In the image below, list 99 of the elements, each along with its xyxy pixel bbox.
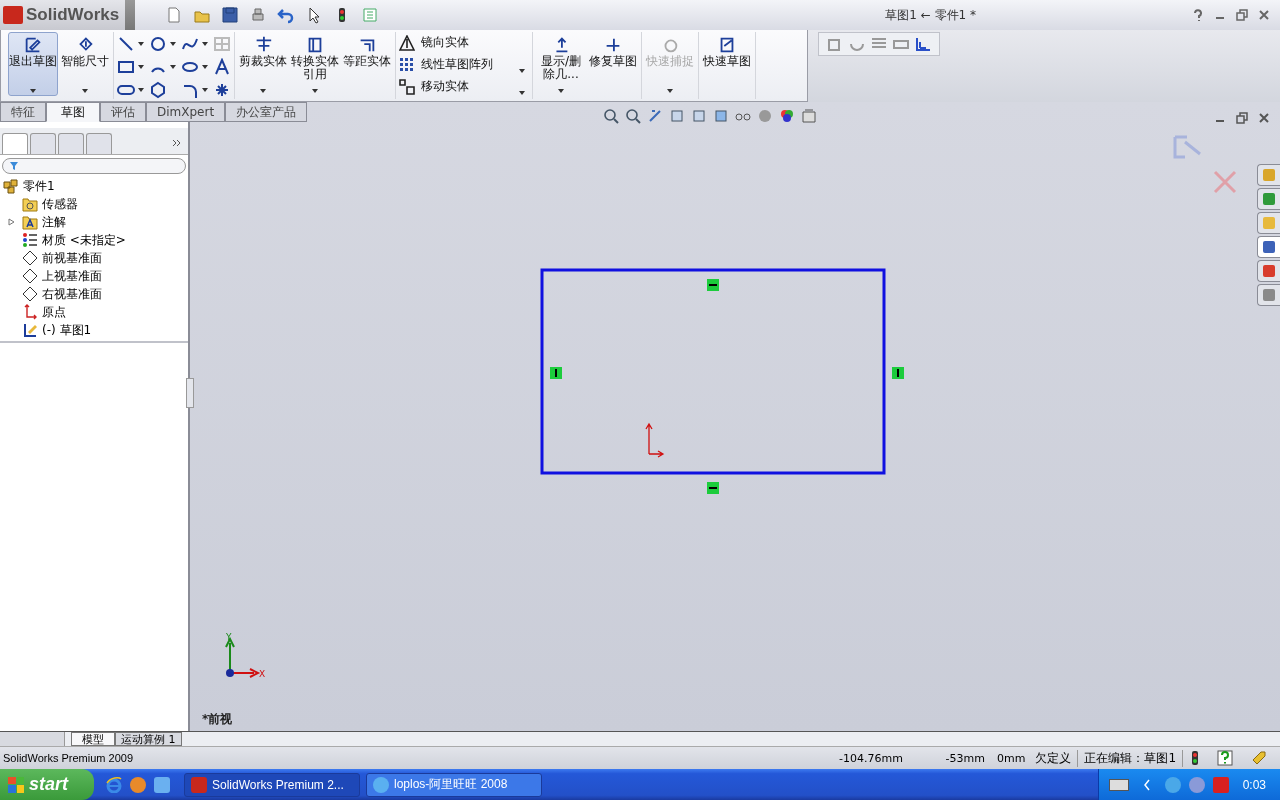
tree-item[interactable]: 注解 (0, 213, 188, 231)
ribbon-button[interactable]: 智能尺寸 (60, 32, 110, 96)
expand-chevron-icon[interactable] (172, 138, 182, 148)
polygon-icon[interactable] (149, 81, 167, 99)
rectangle-icon[interactable] (117, 58, 135, 76)
vertical-relation-icon[interactable] (550, 367, 562, 379)
undo-icon[interactable] (277, 6, 296, 24)
editing-status: 正在编辑：草图1 (1078, 749, 1184, 767)
restore-icon[interactable] (1236, 9, 1248, 21)
caret-icon[interactable] (138, 42, 144, 46)
app-logo[interactable]: SolidWorks (0, 0, 126, 30)
tree-item[interactable]: 右视基准面 (0, 285, 188, 303)
tree-item[interactable]: 原点 (0, 303, 188, 321)
annotation-folder-icon (22, 214, 38, 230)
restore-icon[interactable] (1236, 112, 1248, 124)
filter-field[interactable] (2, 158, 186, 174)
sketch-icon (22, 322, 38, 338)
ribbon-button[interactable]: 修复草图 (588, 32, 638, 96)
windows-logo-icon (8, 776, 24, 793)
plane-icon (22, 286, 38, 302)
model-tab[interactable]: 运动算例 1 (115, 732, 182, 746)
chevron-icon[interactable] (1142, 778, 1151, 791)
save-icon[interactable] (221, 6, 240, 24)
axis-label: X (259, 669, 266, 679)
ribbon-button[interactable]: 显示/删除几... (536, 32, 586, 96)
x-coordinate: -104.76mm (838, 751, 904, 765)
vertical-relation-icon[interactable] (892, 367, 904, 379)
text-icon[interactable] (213, 58, 231, 76)
ribbon-tab[interactable]: 草图 (46, 102, 100, 122)
caret-icon[interactable] (138, 88, 144, 92)
model-tab[interactable]: 模型 (71, 732, 115, 746)
y-coordinate: -53mm (944, 751, 986, 765)
ribbon-list-item[interactable]: 镜向实体 (399, 34, 525, 51)
ribbon-button[interactable]: 剪裁实体 (238, 32, 288, 96)
caret-icon[interactable] (170, 42, 176, 46)
tree-item[interactable]: 零件1 (0, 177, 188, 195)
caret-icon[interactable] (138, 65, 144, 69)
previous-view-icon[interactable] (647, 108, 663, 124)
ribbon-tab[interactable]: DimXpert (146, 102, 226, 122)
ribbon-list-item[interactable]: 线性草图阵列 (399, 56, 525, 73)
logo-icon (3, 6, 23, 24)
ribbon-tab[interactable]: 办公室产品 (225, 102, 308, 122)
display-style-icon[interactable] (713, 108, 729, 124)
tree-item[interactable]: 材质 <未指定> (0, 231, 188, 249)
caret-icon[interactable] (202, 65, 208, 69)
exit-sketch-icon (23, 35, 43, 55)
part-icon (3, 178, 19, 194)
plane-icon (22, 268, 38, 284)
help-icon[interactable] (1217, 750, 1234, 766)
tree-item[interactable]: 传感器 (0, 195, 188, 213)
ribbon-button[interactable]: 转换实体引用 (290, 32, 340, 96)
caret-icon[interactable] (202, 42, 208, 46)
view-name-label: *前视 (202, 711, 233, 728)
ribbon-button[interactable]: 快速草图 (702, 32, 752, 96)
keyboard-icon[interactable] (1108, 778, 1129, 791)
z-coordinate: 0mm (997, 751, 1027, 765)
material-icon (22, 232, 38, 248)
axis-label: Y (226, 632, 232, 642)
tree-item[interactable]: 上视基准面 (0, 267, 188, 285)
tag-icon[interactable] (1251, 750, 1267, 766)
pattern-icon (399, 56, 415, 73)
ribbon-tab[interactable]: 特征 (0, 102, 46, 122)
sensor-folder-icon (22, 196, 38, 212)
caret-icon[interactable] (202, 88, 208, 92)
taskbar-button[interactable]: SolidWorks Premium 2... (184, 772, 360, 797)
origin-icon (22, 304, 38, 320)
line-icon[interactable] (117, 35, 135, 53)
status-text: SolidWorks Premium 2009 (3, 752, 134, 764)
help-icon[interactable] (1192, 9, 1204, 21)
tree-item[interactable]: 前视基准面 (0, 249, 188, 267)
app-logo-icon (191, 776, 207, 793)
close-icon[interactable] (1258, 112, 1270, 124)
tree-item[interactable]: (-) 草图1 (0, 321, 188, 339)
point-icon[interactable] (213, 81, 231, 99)
horizontal-relation-icon[interactable] (707, 482, 719, 494)
zoom-fit-icon[interactable] (603, 108, 619, 124)
origin-icon (645, 422, 665, 458)
horizontal-relation-icon[interactable] (707, 279, 719, 291)
zoom-area-icon[interactable] (625, 108, 641, 124)
window-title: 草图1 ← 零件1 * (884, 6, 977, 24)
sketch-rectangle[interactable] (540, 268, 886, 475)
plane-icon (22, 250, 38, 266)
traffic-light-icon[interactable] (1191, 750, 1200, 766)
panel-splitter-handle[interactable] (186, 378, 194, 408)
ribbon-tab[interactable]: 评估 (100, 102, 146, 122)
ribbon-button[interactable]: 等距实体 (342, 32, 392, 96)
ribbon-button[interactable]: 退出草图 (8, 32, 58, 96)
ribbon-list-item[interactable]: 移动实体 (399, 78, 525, 95)
move-icon (399, 78, 415, 95)
sketch-state: 欠定义 (1029, 749, 1079, 767)
filter-icon (9, 161, 19, 171)
browser-icon[interactable] (106, 776, 122, 793)
close-icon[interactable] (1258, 9, 1270, 21)
taskbar-button[interactable]: loplos-阿里旺旺 2008 (366, 772, 542, 797)
clock: 0:03 (1242, 777, 1266, 792)
mirror-icon (399, 34, 415, 51)
feature-tree-icon[interactable] (2, 133, 28, 154)
caret-icon[interactable] (170, 65, 176, 69)
axis-icon[interactable] (915, 36, 931, 52)
